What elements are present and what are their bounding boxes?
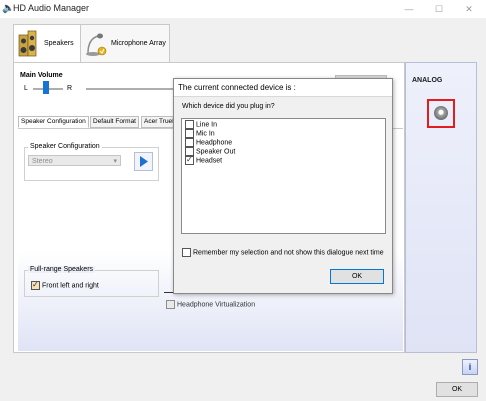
- window-title: HD Audio Manager: [13, 3, 90, 13]
- ok-button[interactable]: OK: [436, 382, 478, 397]
- balance-slider-thumb[interactable]: [43, 81, 49, 94]
- tab-acer-trueharmony[interactable]: Acer TrueH: [141, 116, 177, 128]
- device-option-label: Headphone: [196, 139, 233, 147]
- maximize-icon[interactable]: ☐: [424, 0, 454, 18]
- speaker-configuration-group-label: Speaker Configuration: [28, 143, 102, 150]
- device-option-label: Mic In: [196, 130, 215, 138]
- play-test-button[interactable]: [134, 152, 153, 171]
- volume-left-label: L: [24, 85, 28, 92]
- tab-microphone-array-label: Microphone Array: [111, 40, 166, 47]
- device-option-label: Line In: [196, 121, 218, 129]
- checkbox-unchecked-icon: [166, 300, 175, 309]
- dialog-ok-button[interactable]: OK: [330, 269, 384, 284]
- main-volume-label: Main Volume: [20, 72, 63, 79]
- front-left-right-label: Front left and right: [42, 282, 99, 290]
- dialog-title: The current connected device is :: [174, 79, 392, 97]
- jack-highlight-box: [427, 99, 455, 128]
- device-option-line-in[interactable]: Line In: [185, 120, 217, 129]
- checkbox-unchecked-icon: [185, 129, 194, 138]
- checkbox-unchecked-icon: [182, 248, 191, 257]
- analog-title: ANALOG: [412, 77, 443, 84]
- volume-slider-track[interactable]: [86, 88, 176, 90]
- title-bar: 🔈 HD Audio Manager — ☐ ✕: [0, 0, 486, 18]
- device-option-headphone[interactable]: Headphone: [185, 138, 232, 147]
- close-icon[interactable]: ✕: [454, 0, 484, 18]
- headphone-virtualization-checkbox[interactable]: Headphone Virtualization: [166, 300, 255, 309]
- device-option-label: Speaker Out: [196, 148, 236, 156]
- tab-speakers[interactable]: Speakers: [13, 24, 81, 64]
- tab-speakers-label: Speakers: [44, 40, 74, 47]
- remember-selection-label: Remember my selection and not show this …: [193, 249, 384, 257]
- chevron-down-icon: ▾: [113, 158, 117, 165]
- dialog-question: Which device did you plug in?: [182, 103, 275, 110]
- microphone-icon: [86, 33, 107, 56]
- device-selection-dialog: The current connected device is : Which …: [173, 78, 393, 294]
- remember-selection-checkbox[interactable]: Remember my selection and not show this …: [182, 248, 384, 257]
- checkbox-checked-icon: [31, 280, 40, 290]
- device-option-mic-in[interactable]: Mic In: [185, 129, 215, 138]
- minimize-icon[interactable]: —: [394, 0, 424, 18]
- tab-default-format[interactable]: Default Format: [90, 116, 139, 128]
- speaker-configuration-select[interactable]: Stereo ▾: [28, 155, 121, 166]
- tab-speaker-configuration[interactable]: Speaker Configuration: [18, 116, 89, 128]
- device-option-label: Headset: [196, 157, 223, 165]
- headphone-virtualization-label: Headphone Virtualization: [177, 301, 256, 309]
- speakers-icon: [18, 30, 37, 57]
- checkbox-unchecked-icon: [185, 138, 194, 147]
- checkbox-checked-icon: [185, 155, 194, 165]
- play-icon: [140, 156, 148, 167]
- full-range-speakers-label: Full-range Speakers: [28, 266, 96, 273]
- info-icon[interactable]: i: [462, 359, 478, 375]
- front-left-right-checkbox[interactable]: Front left and right: [31, 280, 99, 290]
- device-list: Line In Mic In Headphone Speaker Out Hea…: [181, 118, 386, 234]
- tab-microphone-array[interactable]: Microphone Array: [80, 24, 170, 64]
- volume-right-label: R: [67, 85, 73, 92]
- checkbox-unchecked-icon: [185, 120, 194, 129]
- speaker-configuration-select-value: Stereo: [32, 158, 53, 165]
- device-option-headset[interactable]: Headset: [185, 155, 223, 165]
